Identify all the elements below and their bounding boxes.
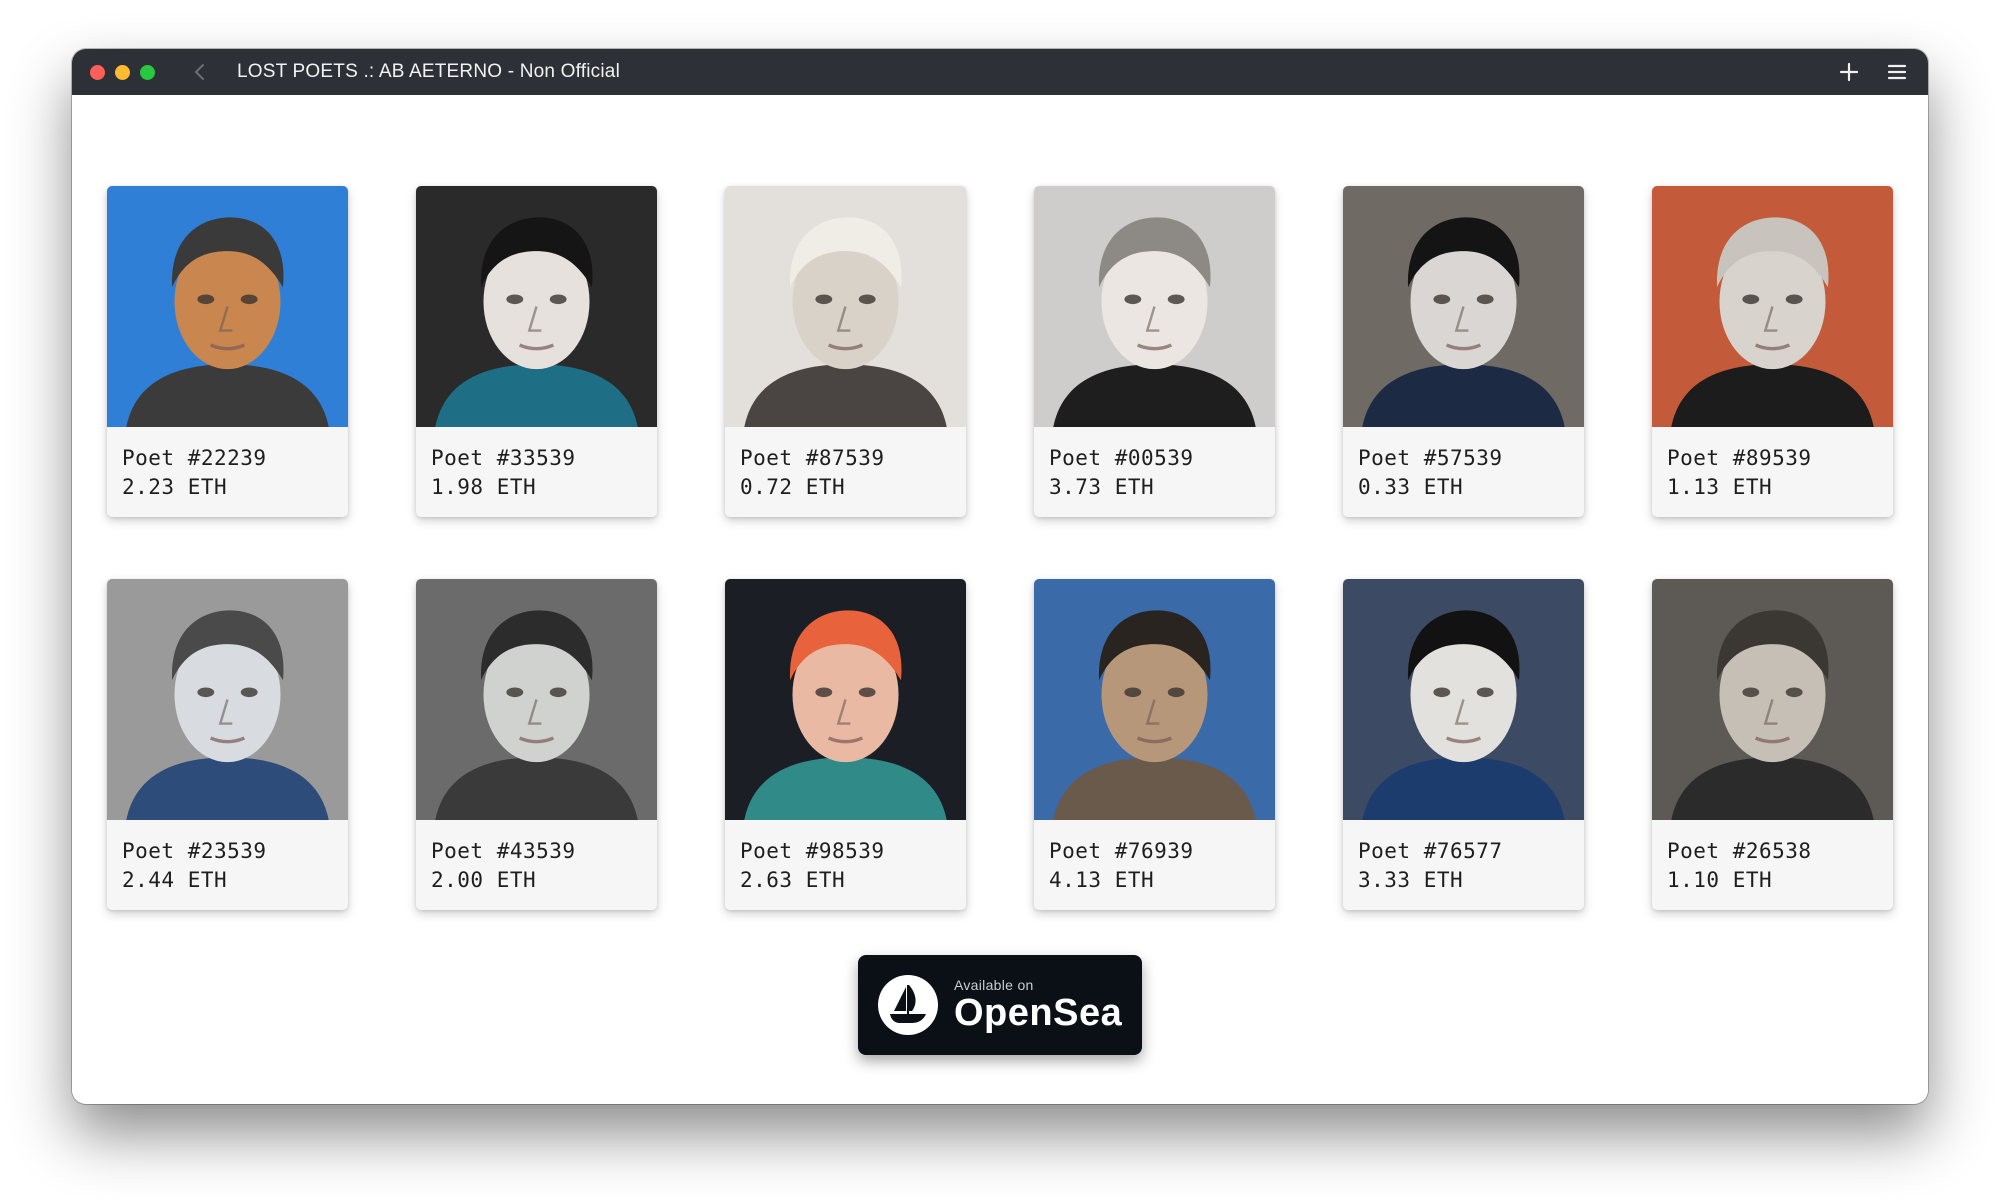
window-controls — [90, 64, 155, 80]
poet-card-info: Poet #00539 3.73 ETH — [1034, 427, 1275, 502]
poet-name: Poet #33539 — [431, 446, 576, 470]
poet-card[interactable]: Poet #76939 4.13 ETH — [1034, 579, 1275, 910]
poet-card-info: Poet #76577 3.33 ETH — [1343, 820, 1584, 895]
poet-portrait-image — [1034, 579, 1275, 820]
poet-card[interactable]: Poet #57539 0.33 ETH — [1343, 186, 1584, 517]
poet-name: Poet #26538 — [1667, 839, 1812, 863]
minimize-window-button[interactable] — [115, 64, 130, 80]
poet-card[interactable]: Poet #33539 1.98 ETH — [416, 186, 657, 517]
back-button[interactable] — [189, 62, 209, 82]
poet-portrait-image — [1652, 186, 1893, 427]
poet-portrait-image — [725, 579, 966, 820]
poet-price: 2.44 ETH — [122, 868, 228, 892]
poet-portrait-image — [107, 186, 348, 427]
opensea-badge-button[interactable]: Available on OpenSea — [858, 955, 1142, 1055]
poet-name: Poet #87539 — [740, 446, 885, 470]
poet-portrait-image — [416, 186, 657, 427]
page-content: Poet #22239 2.23 ETH Poet #33539 1.98 ETH Po… — [72, 95, 1928, 1104]
poet-name: Poet #00539 — [1049, 446, 1194, 470]
poet-card-info: Poet #22239 2.23 ETH — [107, 427, 348, 502]
poet-card[interactable]: Poet #26538 1.10 ETH — [1652, 579, 1893, 910]
poet-card[interactable]: Poet #87539 0.72 ETH — [725, 186, 966, 517]
poet-card[interactable]: Poet #23539 2.44 ETH — [107, 579, 348, 910]
poet-price: 2.23 ETH — [122, 475, 228, 499]
poet-card-info: Poet #87539 0.72 ETH — [725, 427, 966, 502]
browser-window: LOST POETS .: AB AETERNO - Non Official … — [72, 49, 1928, 1104]
opensea-available-label: Available on — [954, 977, 1034, 993]
poet-card[interactable]: Poet #22239 2.23 ETH — [107, 186, 348, 517]
poet-card[interactable]: Poet #98539 2.63 ETH — [725, 579, 966, 910]
poet-price: 1.98 ETH — [431, 475, 537, 499]
new-tab-button[interactable] — [1838, 61, 1860, 83]
poet-card[interactable]: Poet #43539 2.00 ETH — [416, 579, 657, 910]
poet-portrait-image — [725, 186, 966, 427]
poet-price: 1.10 ETH — [1667, 868, 1773, 892]
poet-card-info: Poet #57539 0.33 ETH — [1343, 427, 1584, 502]
opensea-badge-text: Available on OpenSea — [954, 977, 1122, 1033]
poet-card[interactable]: Poet #89539 1.13 ETH — [1652, 186, 1893, 517]
poet-name: Poet #98539 — [740, 839, 885, 863]
chevron-left-icon — [195, 64, 204, 80]
poet-portrait-image — [1652, 579, 1893, 820]
poet-price: 1.13 ETH — [1667, 475, 1773, 499]
poet-card-info: Poet #43539 2.00 ETH — [416, 820, 657, 895]
menu-button[interactable] — [1886, 61, 1908, 83]
zoom-window-button[interactable] — [140, 64, 155, 80]
poet-card-info: Poet #23539 2.44 ETH — [107, 820, 348, 895]
window-title: LOST POETS .: AB AETERNO - Non Official — [237, 61, 620, 82]
poet-name: Poet #23539 — [122, 839, 267, 863]
poet-portrait-image — [1034, 186, 1275, 427]
poet-card-info: Poet #89539 1.13 ETH — [1652, 427, 1893, 502]
title-bar: LOST POETS .: AB AETERNO - Non Official — [72, 49, 1928, 95]
poet-price: 0.33 ETH — [1358, 475, 1464, 499]
poet-price: 0.72 ETH — [740, 475, 846, 499]
opensea-ship-icon — [878, 975, 938, 1035]
poet-portrait-image — [1343, 186, 1584, 427]
poet-card-info: Poet #76939 4.13 ETH — [1034, 820, 1275, 895]
poet-name: Poet #57539 — [1358, 446, 1503, 470]
poet-name: Poet #76939 — [1049, 839, 1194, 863]
poet-card[interactable]: Poet #00539 3.73 ETH — [1034, 186, 1275, 517]
close-window-button[interactable] — [90, 64, 105, 80]
hamburger-menu-icon — [1887, 64, 1907, 80]
poet-price: 2.00 ETH — [431, 868, 537, 892]
poet-portrait-image — [416, 579, 657, 820]
poet-grid: Poet #22239 2.23 ETH Poet #33539 1.98 ETH Po… — [107, 186, 1893, 910]
poet-card-info: Poet #33539 1.98 ETH — [416, 427, 657, 502]
poet-name: Poet #22239 — [122, 446, 267, 470]
poet-price: 3.33 ETH — [1358, 868, 1464, 892]
poet-card-info: Poet #98539 2.63 ETH — [725, 820, 966, 895]
poet-name: Poet #89539 — [1667, 446, 1812, 470]
plus-icon — [1839, 62, 1859, 82]
poet-portrait-image — [1343, 579, 1584, 820]
opensea-brand-label: OpenSea — [954, 992, 1123, 1034]
poet-portrait-image — [107, 579, 348, 820]
poet-price: 4.13 ETH — [1049, 868, 1155, 892]
poet-card-info: Poet #26538 1.10 ETH — [1652, 820, 1893, 895]
poet-name: Poet #76577 — [1358, 839, 1503, 863]
poet-name: Poet #43539 — [431, 839, 576, 863]
poet-price: 3.73 ETH — [1049, 475, 1155, 499]
poet-price: 2.63 ETH — [740, 868, 846, 892]
poet-card[interactable]: Poet #76577 3.33 ETH — [1343, 579, 1584, 910]
